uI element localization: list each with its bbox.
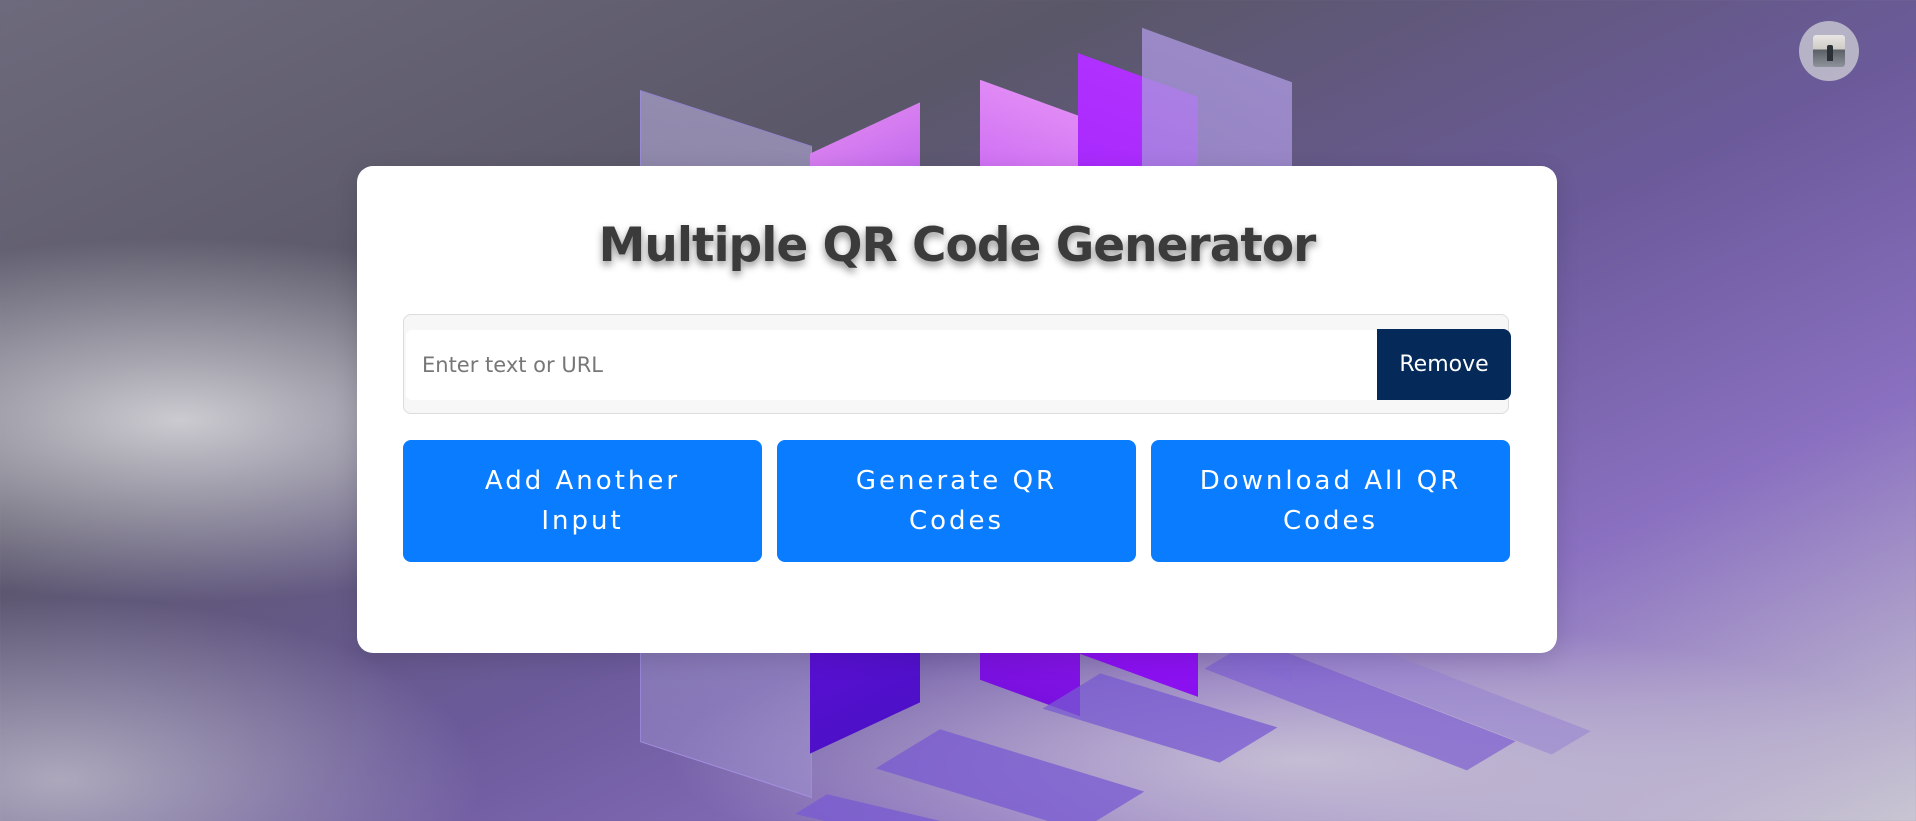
action-buttons: Add Another Input Generate QR Codes Down… [403, 440, 1510, 562]
add-input-button[interactable]: Add Another Input [403, 440, 762, 562]
remove-button[interactable]: Remove [1377, 329, 1511, 400]
input-row: Remove [403, 314, 1511, 414]
text-url-input[interactable] [406, 330, 1378, 400]
user-avatar[interactable] [1799, 21, 1859, 81]
generator-card: Multiple QR Code Generator Remove Add An… [357, 166, 1557, 653]
download-all-button[interactable]: Download All QR Codes [1151, 440, 1510, 562]
user-photo-icon [1813, 35, 1845, 67]
generate-qr-button[interactable]: Generate QR Codes [777, 440, 1136, 562]
page-title: Multiple QR Code Generator [598, 218, 1317, 273]
